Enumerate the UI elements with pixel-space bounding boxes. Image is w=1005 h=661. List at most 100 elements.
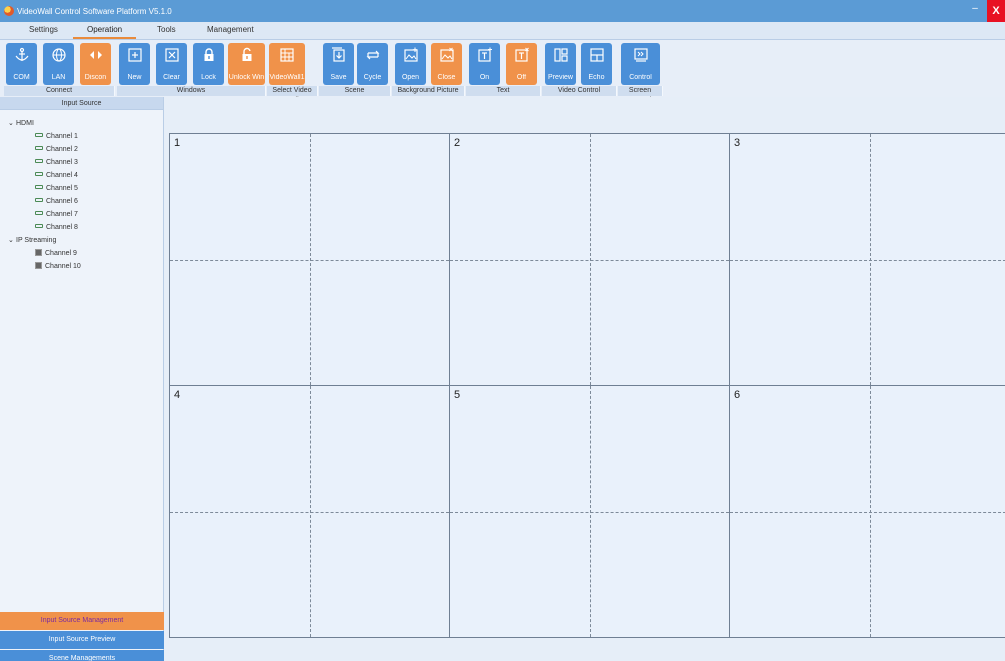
- tree-item-channel-2[interactable]: Channel 2: [0, 143, 164, 156]
- tree-item-channel-5[interactable]: Channel 5: [0, 182, 164, 195]
- group-connect: Connect: [4, 86, 115, 96]
- screen-control-label: Control: [629, 74, 652, 81]
- close-background-button[interactable]: Close: [431, 43, 462, 85]
- lan-button[interactable]: LAN: [43, 43, 74, 85]
- com-button-label: COM: [13, 74, 30, 81]
- tree-group-ip-streaming[interactable]: ⌄ IP Streaming: [0, 234, 164, 247]
- screen-control-button[interactable]: Control: [621, 43, 660, 85]
- clear-window-button[interactable]: Clear: [156, 43, 187, 85]
- wall-screen-3[interactable]: 3: [730, 134, 1005, 386]
- screen-number: 4: [174, 389, 181, 401]
- new-window-icon: [127, 48, 142, 62]
- group-background-picture: Background Picture: [392, 86, 465, 96]
- tree-item-channel-1[interactable]: Channel 1: [0, 130, 164, 143]
- echo-button[interactable]: Echo: [581, 43, 612, 85]
- minimize-button[interactable]: –: [969, 4, 981, 16]
- tab-tools[interactable]: Tools: [157, 25, 176, 34]
- cell-divider: [170, 260, 449, 261]
- wall-screen-5[interactable]: 5: [450, 386, 730, 637]
- close-picture-icon: [439, 47, 454, 62]
- disconnect-arrows-icon: [89, 51, 102, 59]
- close-button[interactable]: X: [987, 0, 1005, 22]
- new-window-label: New: [127, 74, 142, 81]
- preview-icon: [553, 48, 568, 62]
- tree-item-channel-9[interactable]: Channel 9: [0, 247, 164, 260]
- tree-item-channel-10[interactable]: Channel 10: [0, 260, 164, 273]
- hdmi-icon: [35, 146, 43, 151]
- new-window-button[interactable]: New: [119, 43, 150, 85]
- text-off-button[interactable]: Off: [506, 43, 537, 85]
- screen-number: 5: [454, 389, 461, 401]
- wall-screen-1[interactable]: 1: [170, 134, 450, 386]
- tree-group-label: HDMI: [16, 120, 34, 127]
- preview-label: Preview: [548, 74, 573, 81]
- anchor-icon: [15, 47, 28, 61]
- group-windows: Windows: [117, 86, 266, 96]
- text-on-icon: [477, 47, 492, 62]
- title-bar: VideoWall Control Software Platform V5.1…: [0, 0, 1005, 22]
- panel-header: Input Source: [0, 97, 163, 110]
- tree-item-channel-6[interactable]: Channel 6: [0, 195, 164, 208]
- cycle-scene-button[interactable]: Cycle: [357, 43, 388, 85]
- app-logo-icon: [4, 6, 14, 16]
- cell-divider: [170, 512, 449, 513]
- cell-divider: [730, 512, 1005, 513]
- channel-label: Channel 8: [46, 224, 78, 231]
- tab-operation[interactable]: Operation: [72, 25, 137, 39]
- cycle-icon: [366, 50, 379, 60]
- tree-group-label: IP Streaming: [16, 237, 57, 244]
- channel-label: Channel 4: [46, 172, 78, 179]
- unlock-icon: [242, 47, 251, 61]
- input-source-panel: Input Source ⌄ HDMI Channel 1 Channel 2 C…: [0, 97, 164, 661]
- video-wall-canvas: 1 2 3 4 5 6: [165, 97, 1005, 661]
- wall-screen-6[interactable]: 6: [730, 386, 1005, 637]
- tree-item-channel-7[interactable]: Channel 7: [0, 208, 164, 221]
- wall-screen-2[interactable]: 2: [450, 134, 730, 386]
- save-scene-icon: [331, 47, 345, 62]
- channel-label: Channel 9: [45, 250, 77, 257]
- cycle-scene-label: Cycle: [363, 74, 382, 81]
- tab-management[interactable]: Management: [207, 25, 254, 34]
- text-off-label: Off: [516, 74, 527, 81]
- videowall1-button[interactable]: VideoWall1: [269, 43, 305, 85]
- globe-icon: [51, 48, 66, 62]
- unlock-window-button[interactable]: Unlock Win: [228, 43, 265, 85]
- tree-item-channel-8[interactable]: Channel 8: [0, 221, 164, 234]
- unlock-window-label: Unlock Win: [228, 74, 265, 81]
- tree-group-hdmi[interactable]: ⌄ HDMI: [0, 117, 164, 130]
- open-background-button[interactable]: Open: [395, 43, 426, 85]
- screen-number: 6: [734, 389, 741, 401]
- tab-settings[interactable]: Settings: [29, 25, 58, 34]
- open-background-label: Open: [401, 74, 420, 81]
- text-on-button[interactable]: On: [469, 43, 500, 85]
- video-wall[interactable]: 1 2 3 4 5 6: [169, 133, 1005, 638]
- wall-screen-4[interactable]: 4: [170, 386, 450, 637]
- clear-window-icon: [164, 48, 179, 62]
- tab-input-source-management[interactable]: Input Source Management: [0, 612, 164, 630]
- group-scene: Scene: [319, 86, 391, 96]
- lock-icon: [204, 48, 213, 61]
- screen-number: 1: [174, 137, 181, 149]
- lan-button-label: LAN: [51, 74, 66, 81]
- hdmi-icon: [35, 172, 43, 177]
- tree-item-channel-3[interactable]: Channel 3: [0, 156, 164, 169]
- save-scene-button[interactable]: Save: [323, 43, 354, 85]
- com-button[interactable]: COM: [6, 43, 37, 85]
- chevron-down-icon[interactable]: ⌄: [8, 234, 16, 247]
- video-wall-grid-icon: [280, 48, 294, 62]
- group-video-control: Video Control: [542, 86, 617, 96]
- text-on-label: On: [479, 74, 490, 81]
- tree-item-channel-4[interactable]: Channel 4: [0, 169, 164, 182]
- chevron-down-icon[interactable]: ⌄: [8, 117, 16, 130]
- tab-input-source-preview[interactable]: Input Source Preview: [0, 631, 164, 649]
- disconnect-button[interactable]: Discon: [80, 43, 111, 85]
- menu-bar: Settings Operation Tools Management: [0, 22, 1005, 40]
- hdmi-icon: [35, 224, 43, 229]
- tab-scene-managements[interactable]: Scene Managements: [0, 650, 164, 661]
- text-off-icon: [514, 47, 529, 62]
- cell-divider: [450, 512, 729, 513]
- channel-label: Channel 5: [46, 185, 78, 192]
- preview-button[interactable]: Preview: [545, 43, 576, 85]
- hdmi-icon: [35, 185, 43, 190]
- lock-button[interactable]: Lock: [193, 43, 224, 85]
